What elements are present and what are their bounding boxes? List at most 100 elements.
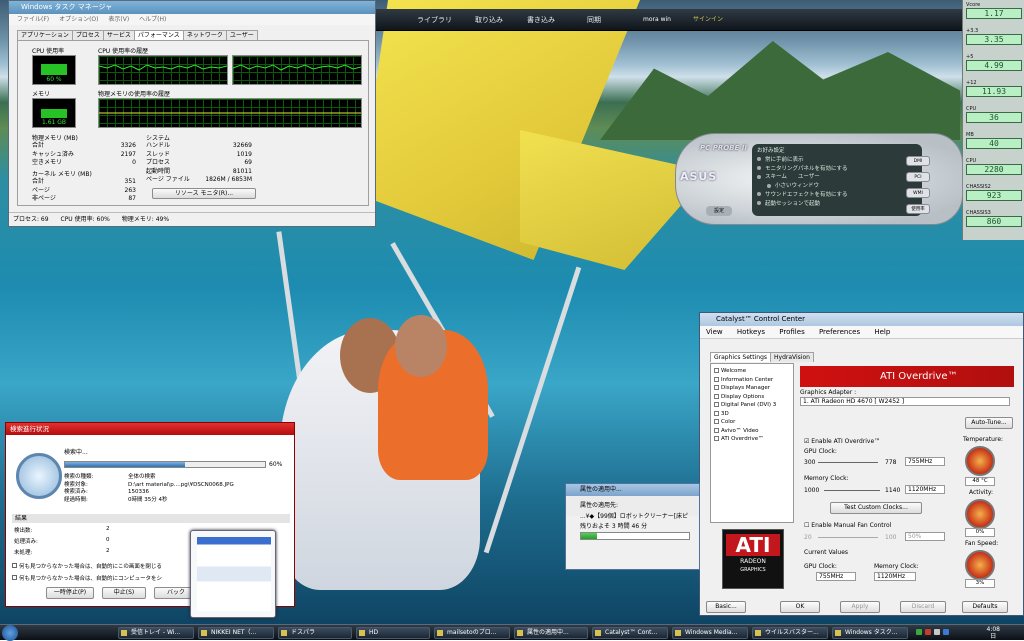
tab-hydravision[interactable]: HydraVision: [770, 352, 814, 362]
option-row[interactable]: サウンドエフェクトを有効にする: [757, 191, 917, 200]
dmi-button[interactable]: DMI: [906, 156, 930, 166]
apply-properties-title[interactable]: 属性の適用中...: [566, 484, 699, 496]
auto-close-checkbox[interactable]: 何も見つからなかった場合は、自動的にこの画面を閉じる: [12, 562, 162, 570]
mb-temp-row: MB 40: [966, 132, 1022, 149]
resource-monitor-button[interactable]: リソース モニタ(R)...: [152, 188, 256, 199]
menu-view[interactable]: View: [706, 328, 723, 336]
gpu-clock-value[interactable]: 755MHz: [905, 457, 945, 466]
stop-button[interactable]: 中止(S): [102, 587, 146, 599]
fan-speed-label: Fan Speed:: [965, 540, 999, 547]
basic-button[interactable]: Basic...: [706, 601, 746, 613]
menu-profiles[interactable]: Profiles: [779, 328, 804, 336]
tree-item-info[interactable]: Information Center: [714, 376, 793, 385]
settings-button[interactable]: 設定: [706, 206, 732, 216]
test-clocks-button[interactable]: Test Custom Clocks...: [830, 502, 922, 514]
tree-item-digital-panel[interactable]: Digital Panel (DVI) 3: [714, 401, 793, 410]
tree-item-3d[interactable]: 3D: [714, 410, 793, 419]
tray-app-icon[interactable]: [943, 629, 949, 635]
menu-view[interactable]: 表示(V): [108, 16, 129, 23]
taskbar-item[interactable]: ドスパラ: [278, 627, 352, 639]
wmi-button[interactable]: WMI: [906, 188, 930, 198]
tree-item-welcome[interactable]: Welcome: [714, 367, 793, 376]
asus-logo: ASUS: [680, 170, 718, 183]
cpu-meter: 60 %: [32, 55, 76, 85]
discard-button[interactable]: Discard: [900, 601, 946, 613]
taskbar-item[interactable]: Windows タスク...: [832, 627, 908, 639]
tab-performance[interactable]: パフォーマンス: [133, 30, 184, 40]
autotune-button[interactable]: Auto-Tune...: [965, 417, 1013, 429]
pause-button[interactable]: 一時停止(P): [46, 587, 94, 599]
tab-services[interactable]: サービス: [102, 30, 135, 40]
mem-clock-value[interactable]: 1120MHz: [905, 485, 945, 494]
taskbar-item[interactable]: Catalyst™ Cont...: [592, 627, 668, 639]
option-row[interactable]: 常に手前に表示: [757, 156, 917, 165]
menu-options[interactable]: オプション(O): [59, 16, 98, 23]
kv-key: 空きメモリ: [32, 159, 63, 166]
menu-preferences[interactable]: Preferences: [819, 328, 860, 336]
result-value: 2: [106, 526, 110, 532]
tab-graphics-settings[interactable]: Graphics Settings: [710, 352, 772, 362]
gpu-clock-slider[interactable]: [818, 462, 878, 463]
kv-row: ハンドル 32669: [146, 142, 252, 151]
taskbar-item[interactable]: mailsetoのブロ...: [434, 627, 510, 639]
nav-signin[interactable]: サインイン: [693, 9, 723, 31]
search-dialog-title[interactable]: 検索進行状況: [6, 423, 294, 435]
manual-fan-checkbox[interactable]: ☐ Enable Manual Fan Control: [804, 522, 891, 529]
taskbar-item[interactable]: HD: [356, 627, 430, 639]
taskbar-thumbnail-preview[interactable]: [190, 530, 276, 618]
nav-library[interactable]: ライブラリ: [417, 9, 452, 31]
tree-label: Display Options: [721, 393, 765, 400]
tree-item-overdrive[interactable]: ATI Overdrive™: [714, 435, 793, 444]
memory-meter: 1.61 GB: [32, 98, 76, 128]
enable-overdrive-checkbox[interactable]: ☑ Enable ATI Overdrive™: [804, 438, 880, 445]
v12-row: +12 11.93: [966, 80, 1022, 97]
tree-item-avivo[interactable]: Avivo™ Video: [714, 427, 793, 436]
tree-item-color[interactable]: Color: [714, 418, 793, 427]
start-button-icon[interactable]: [2, 625, 18, 641]
nav-burn[interactable]: 書き込み: [527, 9, 555, 31]
fan-value[interactable]: 50%: [905, 532, 945, 541]
menu-hotkeys[interactable]: Hotkeys: [737, 328, 765, 336]
tab-processes[interactable]: プロセス: [71, 30, 104, 40]
tab-applications[interactable]: アプリケーション: [17, 30, 73, 40]
menu-help[interactable]: Help: [874, 328, 890, 336]
option-row[interactable]: スキーム ユーザー: [757, 173, 917, 182]
tree-item-display-options[interactable]: Display Options: [714, 393, 793, 402]
auto-shutdown-checkbox[interactable]: 何も見つからなかった場合は、自動的にコンピュータをシ: [12, 574, 162, 582]
menu-help[interactable]: ヘルプ(H): [139, 16, 166, 23]
tab-users[interactable]: ユーザー: [225, 30, 258, 40]
pci-button[interactable]: PCI: [906, 172, 930, 182]
task-manager-title[interactable]: Windows タスク マネージャ: [9, 1, 375, 14]
tree-item-displays[interactable]: Displays Manager: [714, 384, 793, 393]
cpu-temp-row: CPU 36: [966, 106, 1022, 123]
catalyst-title[interactable]: Catalyst™ Control Center: [700, 313, 1023, 326]
taskbar-item[interactable]: NIKKEI NET（...: [198, 627, 274, 639]
defaults-button[interactable]: Defaults: [962, 601, 1008, 613]
tray-security-icon[interactable]: [925, 629, 931, 635]
option-row[interactable]: 起動セッションで起動: [757, 200, 917, 209]
taskbar-item[interactable]: ウイルスバスター...: [752, 627, 828, 639]
current-mem-label: Memory Clock:: [874, 563, 919, 570]
taskbar-item[interactable]: 属性の適用中...: [514, 627, 588, 639]
taskbar-item[interactable]: 受信トレイ - Wi...: [118, 627, 194, 639]
search-progress-fill: [65, 462, 185, 467]
tree-label: Avivo™ Video: [721, 427, 759, 434]
mem-clock-slider[interactable]: [824, 490, 880, 491]
adapter-select[interactable]: 1. ATI Radeon HD 4670 [ W2452 ]: [800, 397, 1010, 406]
ok-button[interactable]: OK: [780, 601, 820, 613]
app-icon: [675, 630, 681, 636]
nav-sync[interactable]: 同期: [587, 9, 601, 31]
nav-mora[interactable]: mora win: [643, 9, 671, 31]
taskbar-item[interactable]: Windows Media...: [672, 627, 748, 639]
menu-file[interactable]: ファイル(F): [17, 16, 49, 23]
system-clock[interactable]: 4:08 日: [987, 626, 1000, 640]
usage-button[interactable]: 使用率: [906, 204, 930, 214]
option-row[interactable]: モニタリングパネルを有効にする: [757, 165, 917, 174]
option-row[interactable]: 小さいウィンドウ: [757, 182, 917, 191]
apply-button[interactable]: Apply: [840, 601, 880, 613]
tab-networking[interactable]: ネットワーク: [182, 30, 227, 40]
tray-network-icon[interactable]: [916, 629, 922, 635]
nav-rip[interactable]: 取り込み: [475, 9, 503, 31]
tray-volume-icon[interactable]: [934, 629, 940, 635]
fan-slider[interactable]: [818, 537, 878, 538]
